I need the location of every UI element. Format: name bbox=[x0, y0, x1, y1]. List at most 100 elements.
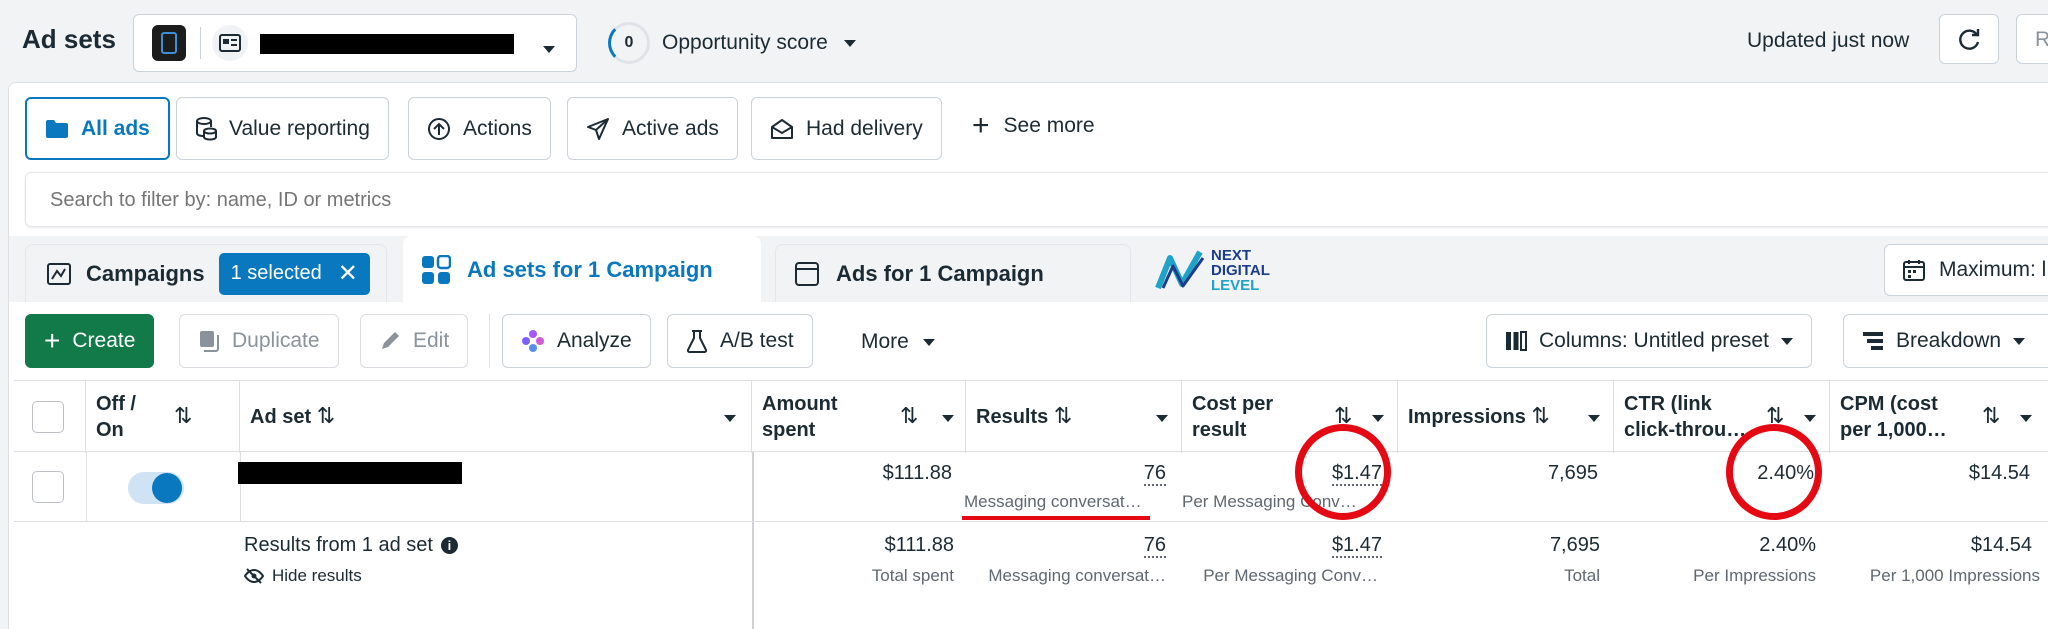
columns-button[interactable]: Columns: Untitled preset bbox=[1486, 314, 1812, 368]
sort-icon[interactable]: ⇅ bbox=[900, 403, 918, 429]
info-icon[interactable]: i bbox=[440, 537, 458, 554]
tab-ads[interactable]: Ads for 1 Campaign bbox=[775, 244, 1131, 302]
arrow-up-circle-icon bbox=[428, 117, 450, 140]
search-bar[interactable] bbox=[25, 172, 2048, 227]
summary-amount-spent: $111.88 bbox=[884, 534, 954, 556]
more-button[interactable]: More bbox=[861, 330, 935, 354]
summary-label: Results from 1 ad set i bbox=[244, 534, 458, 557]
filter-actions[interactable]: Actions bbox=[408, 97, 551, 160]
chevron-down-icon[interactable] bbox=[1588, 415, 1600, 422]
summary-cost-value: $1.47 bbox=[1331, 534, 1382, 558]
filter-actions-label: Actions bbox=[463, 116, 532, 140]
opportunity-score-label: Opportunity score bbox=[662, 31, 828, 54]
folder-icon bbox=[46, 119, 68, 138]
sort-icon[interactable]: ⇅ bbox=[1531, 403, 1549, 428]
row-results-value: 76 bbox=[1143, 462, 1166, 486]
row-checkbox[interactable] bbox=[32, 471, 64, 503]
tab-ad-sets[interactable]: Ad sets for 1 Campaign bbox=[403, 236, 761, 304]
chevron-down-icon[interactable] bbox=[724, 415, 736, 422]
flag-icon bbox=[47, 262, 71, 285]
row-results-sub: Messaging conversat… bbox=[964, 492, 1142, 511]
summary-impressions-sub: Total bbox=[1564, 566, 1600, 585]
sort-icon[interactable]: ⇅ bbox=[1054, 403, 1072, 428]
review-button[interactable]: R bbox=[2016, 14, 2048, 64]
chevron-down-icon bbox=[843, 39, 856, 47]
header-cpm[interactable]: CPM (cost per 1,000… ⇅ bbox=[1830, 381, 2046, 453]
chevron-down-icon bbox=[2013, 337, 2026, 345]
filter-had-delivery[interactable]: Had delivery bbox=[751, 97, 942, 160]
delivery-toggle[interactable] bbox=[128, 472, 184, 504]
date-range-label: Maximum: l bbox=[1939, 258, 2047, 281]
date-range-button[interactable]: Maximum: l bbox=[1884, 244, 2048, 296]
amount-spent-label: Amount spent bbox=[762, 393, 838, 441]
see-more-label: See more bbox=[1003, 114, 1095, 137]
hide-results-button[interactable]: Hide results bbox=[244, 566, 362, 586]
select-all-checkbox[interactable] bbox=[32, 401, 64, 433]
account-name-redacted bbox=[260, 34, 514, 54]
tab-ad-sets-label: Ad sets for 1 Campaign bbox=[467, 257, 713, 282]
summary-results[interactable]: 76 bbox=[966, 534, 1166, 558]
row-amount-spent: $111.88 bbox=[882, 462, 952, 484]
send-icon bbox=[587, 117, 609, 140]
logo-line-2: DIGITAL bbox=[1211, 262, 1270, 279]
summary-cost-per-result[interactable]: $1.47 bbox=[1182, 534, 1382, 558]
coins-icon bbox=[196, 116, 217, 141]
header-off-on[interactable]: Off / On ⇅ bbox=[86, 381, 240, 453]
duplicate-button[interactable]: Duplicate bbox=[179, 314, 339, 368]
header-amount-spent[interactable]: Amount spent ⇅ bbox=[752, 381, 966, 453]
edit-button[interactable]: Edit bbox=[360, 314, 469, 368]
chevron-down-icon[interactable] bbox=[1804, 415, 1816, 422]
calendar-icon bbox=[1903, 260, 1925, 281]
filter-had-delivery-label: Had delivery bbox=[806, 116, 923, 140]
chevron-down-icon[interactable] bbox=[1156, 415, 1168, 422]
eye-slash-icon bbox=[244, 568, 264, 584]
filter-value-reporting[interactable]: Value reporting bbox=[176, 97, 389, 160]
selected-badge[interactable]: 1 selected ✕ bbox=[218, 252, 370, 295]
filter-active-ads[interactable]: Active ads bbox=[567, 97, 738, 160]
sort-icon[interactable]: ⇅ bbox=[1982, 403, 2000, 429]
account-avatar-inner bbox=[161, 32, 177, 54]
breakdown-button[interactable]: Breakdown bbox=[1843, 314, 2048, 368]
search-input[interactable] bbox=[50, 185, 1250, 215]
chevron-down-icon[interactable] bbox=[942, 415, 954, 422]
chevron-down-icon[interactable] bbox=[1372, 415, 1384, 422]
plus-icon: + bbox=[44, 325, 61, 356]
toggle-knob bbox=[152, 473, 182, 503]
summary-impressions: 7,695 bbox=[1549, 534, 1600, 556]
opportunity-score[interactable]: 0 Opportunity score bbox=[608, 22, 856, 64]
sort-icon[interactable]: ⇅ bbox=[317, 403, 335, 428]
logo-line-3: LEVEL bbox=[1211, 277, 1260, 294]
divider bbox=[200, 27, 201, 59]
refresh-button[interactable] bbox=[1939, 14, 1999, 64]
tab-campaigns[interactable]: Campaigns 1 selected ✕ bbox=[25, 244, 387, 302]
header-impressions[interactable]: Impressions ⇅ bbox=[1398, 381, 1614, 453]
ad-account-icon bbox=[212, 25, 248, 61]
create-button[interactable]: + Create bbox=[25, 314, 155, 368]
header-ad-set[interactable]: Ad set ⇅ bbox=[240, 381, 752, 453]
logo-mark-icon bbox=[1155, 250, 1205, 290]
summary-ctr-sub: Per Impressions bbox=[1693, 566, 1816, 585]
header-results[interactable]: Results ⇅ bbox=[966, 381, 1182, 453]
account-avatar bbox=[152, 25, 186, 61]
chevron-down-icon[interactable] bbox=[2020, 415, 2032, 422]
tab-campaigns-label: Campaigns bbox=[86, 260, 205, 286]
pencil-icon bbox=[382, 332, 399, 349]
filter-active-ads-label: Active ads bbox=[622, 116, 719, 140]
summary-results-value: 76 bbox=[1143, 534, 1166, 558]
ab-test-button[interactable]: A/B test bbox=[667, 314, 813, 368]
summary-ctr: 2.40% bbox=[1759, 534, 1816, 556]
ad-set-label: Ad set bbox=[250, 406, 312, 428]
filter-all-ads[interactable]: All ads bbox=[25, 97, 170, 160]
summary-cpm: $14.54 bbox=[1970, 534, 2032, 556]
account-selector[interactable] bbox=[133, 14, 577, 72]
analyze-button-label: Analyze bbox=[557, 329, 632, 352]
close-icon[interactable]: ✕ bbox=[338, 259, 358, 288]
see-more-button[interactable]: + See more bbox=[972, 111, 1095, 141]
ctr-circle-annotation bbox=[1726, 424, 1822, 520]
sort-icon[interactable]: ⇅ bbox=[174, 403, 192, 429]
ad-set-name-redacted[interactable] bbox=[238, 462, 462, 484]
cost-per-result-circle-annotation bbox=[1295, 424, 1391, 520]
row-results[interactable]: 76 bbox=[966, 462, 1166, 486]
summary-row: Results from 1 ad set i Hide results $11… bbox=[14, 522, 2048, 602]
analyze-button[interactable]: Analyze bbox=[502, 314, 651, 368]
